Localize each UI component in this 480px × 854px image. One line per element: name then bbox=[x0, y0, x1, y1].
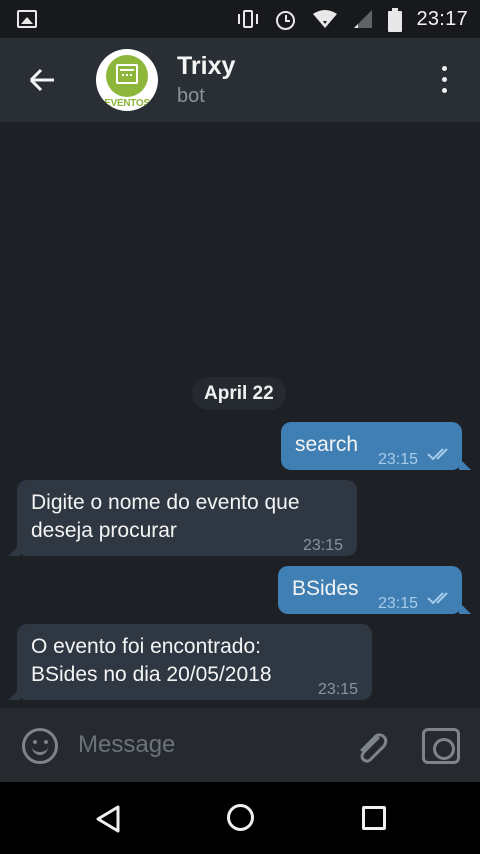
message-text: BSides bbox=[292, 577, 359, 600]
message-time: 23:15 bbox=[303, 537, 344, 554]
nav-back-icon[interactable] bbox=[94, 804, 124, 834]
message-time: 23:15 bbox=[378, 595, 419, 612]
battery-icon bbox=[388, 8, 403, 32]
message-text: Digite o nome do evento que deseja procu… bbox=[31, 491, 300, 542]
attach-icon[interactable] bbox=[352, 728, 392, 768]
outgoing-message[interactable]: search 23:15 bbox=[281, 422, 471, 470]
nav-home-icon[interactable] bbox=[227, 804, 254, 831]
message-composer bbox=[0, 708, 480, 782]
incoming-message[interactable]: O evento foi encontrado: BSides no dia 2… bbox=[8, 624, 372, 700]
vibrate-icon bbox=[236, 8, 260, 30]
gallery-icon bbox=[17, 10, 37, 28]
camera-icon[interactable] bbox=[422, 728, 460, 764]
bot-avatar[interactable]: EVENTOS bbox=[96, 49, 158, 111]
message-text: search bbox=[295, 433, 359, 456]
status-bar: 23:17 bbox=[0, 0, 480, 38]
incoming-message[interactable]: Digite o nome do evento que deseja procu… bbox=[8, 480, 357, 556]
status-time: 23:17 bbox=[416, 7, 468, 30]
status-icons: 23:17 bbox=[236, 0, 468, 38]
system-nav-bar bbox=[0, 782, 480, 854]
more-options-icon[interactable] bbox=[432, 66, 456, 94]
alarm-icon bbox=[274, 8, 298, 30]
signal-icon bbox=[352, 8, 374, 30]
message-input[interactable] bbox=[78, 726, 338, 764]
double-check-icon bbox=[427, 592, 448, 605]
message-text: O evento foi encontrado: BSides no dia 2… bbox=[31, 635, 272, 686]
chat-subtitle: bot bbox=[177, 85, 205, 107]
wifi-icon bbox=[312, 8, 338, 30]
message-time: 23:15 bbox=[378, 451, 419, 468]
message-list[interactable]: April 22 search 23:15 Digite o nome do e… bbox=[0, 122, 480, 708]
chat-title[interactable]: Trixy bbox=[177, 52, 235, 81]
message-time: 23:15 bbox=[318, 681, 359, 698]
outgoing-message[interactable]: BSides 23:15 bbox=[278, 566, 471, 614]
nav-recents-icon[interactable] bbox=[362, 806, 386, 830]
chat-header: EVENTOS Trixy bot bbox=[0, 38, 480, 122]
back-arrow-icon[interactable] bbox=[24, 60, 60, 100]
emoji-icon[interactable] bbox=[22, 728, 58, 764]
double-check-icon bbox=[427, 448, 448, 461]
avatar-logo-text: EVENTOS bbox=[104, 98, 150, 109]
date-separator: April 22 bbox=[192, 377, 286, 410]
